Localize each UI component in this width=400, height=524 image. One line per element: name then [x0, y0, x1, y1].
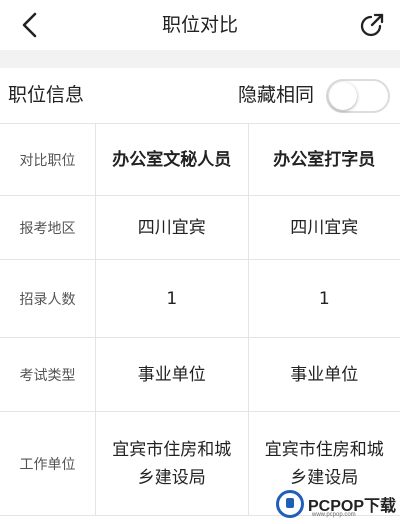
- share-icon: [360, 13, 384, 37]
- cell-value: 1: [166, 288, 178, 309]
- table-row: 报考地区 四川宜宾 四川宜宾: [0, 196, 400, 260]
- pcpop-logo-icon: [276, 490, 304, 518]
- cell-value: 事业单位: [247, 338, 400, 411]
- watermark-subtext: www.pcpop.com: [312, 512, 356, 518]
- row-label: 考试类型: [0, 338, 96, 411]
- header-label: 对比职位: [0, 124, 96, 195]
- row-label: 工作单位: [0, 412, 96, 515]
- cell-value: 事业单位: [137, 364, 206, 385]
- watermark: PCPOP下载 www.pcpop.com: [276, 484, 400, 524]
- toggle-knob: [329, 82, 357, 110]
- cell-value: 宜宾市住房和城乡建设局: [112, 439, 232, 488]
- row-label: 报考地区: [0, 196, 96, 259]
- info-bar: 职位信息 隐藏相同: [0, 68, 400, 123]
- cell-value: 四川宜宾: [247, 196, 400, 259]
- table-row: 考试类型 事业单位 事业单位: [0, 338, 400, 412]
- cell-value: 1: [247, 260, 400, 337]
- position-name: 办公室文秘人员: [112, 149, 232, 170]
- section-title: 职位信息: [8, 84, 85, 106]
- table-row: 招录人数 1 1: [0, 260, 400, 338]
- hide-same-toggle[interactable]: [326, 79, 390, 113]
- hide-same-label: 隐藏相同: [237, 84, 314, 106]
- page-title: 职位对比: [161, 14, 238, 36]
- table-header-row: 对比职位 办公室文秘人员 办公室打字员: [0, 124, 400, 196]
- share-button[interactable]: [352, 6, 392, 44]
- app-header: 职位对比: [0, 0, 400, 50]
- row-label: 招录人数: [0, 260, 96, 337]
- position-name: 办公室打字员: [247, 124, 400, 195]
- comparison-table: 对比职位 办公室文秘人员 办公室打字员 报考地区 四川宜宾 四川宜宾 招录人数 …: [0, 123, 400, 516]
- section-divider: [0, 50, 400, 68]
- cell-value: 四川宜宾: [137, 217, 206, 238]
